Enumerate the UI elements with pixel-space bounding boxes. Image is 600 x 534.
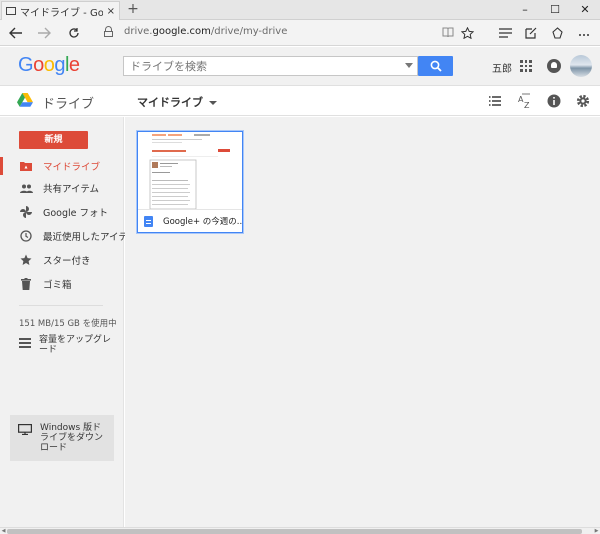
sidebar-divider	[19, 305, 103, 306]
user-name[interactable]: 五郎	[492, 60, 512, 75]
sidebar: 新規 マイドライブ 共有アイテム Google フォト 最近使用したアイテム ス…	[0, 117, 137, 527]
info-icon[interactable]	[546, 93, 562, 109]
horizontal-scrollbar[interactable]: ◀ ▶	[0, 527, 600, 534]
logo-letter: o	[33, 54, 44, 76]
file-card[interactable]: Google+ の今週の...	[137, 131, 243, 233]
search-input[interactable]	[124, 57, 394, 75]
file-thumbnail	[138, 132, 242, 209]
book-icon	[442, 27, 454, 38]
storage-usage: 151 MB/15 GB を使用中	[19, 319, 117, 329]
storage-list-icon	[19, 338, 31, 348]
browser-tab-bar: マイドライブ - Google ドラ × + – ☐ ✕	[0, 0, 600, 20]
new-button[interactable]: 新規	[19, 131, 88, 149]
google-docs-icon	[144, 215, 153, 227]
search-icon	[430, 60, 442, 72]
search-box	[123, 56, 418, 76]
file-name: Google+ の今週の...	[163, 217, 242, 227]
upgrade-label: 容量をアップグレード	[39, 335, 112, 355]
url-field[interactable]: drive.google.com/drive/my-drive	[124, 26, 287, 37]
refresh-button[interactable]	[64, 23, 84, 43]
url-path: /drive/my-drive	[210, 26, 288, 37]
file-footer: Google+ の今週の...	[138, 209, 242, 232]
lock-icon	[104, 26, 113, 37]
forward-arrow-icon	[38, 27, 51, 39]
web-note-button[interactable]	[521, 23, 541, 43]
caret-down-icon	[209, 101, 217, 105]
share-icon	[551, 27, 563, 39]
sidebar-item-photos[interactable]: Google フォト	[0, 201, 124, 223]
logo-letter: e	[68, 54, 80, 76]
tab-title: マイドライブ - Google ドラ	[20, 7, 103, 19]
more-button[interactable]	[574, 23, 594, 43]
sidebar-item-label: 共有アイテム	[43, 184, 100, 195]
download-drive-panel[interactable]: Windows 版ドライブをダウンロード	[10, 415, 114, 461]
trash-icon	[19, 277, 33, 291]
pen-note-icon	[525, 27, 537, 39]
back-button[interactable]	[6, 23, 26, 43]
forward-button[interactable]	[34, 23, 54, 43]
sidebar-item-label: Google フォト	[43, 208, 109, 219]
settings-gear-icon[interactable]	[575, 93, 591, 109]
tab-close-icon[interactable]: ×	[107, 6, 115, 17]
upgrade-storage-link[interactable]: 容量をアップグレード	[19, 335, 119, 355]
more-dots-icon	[579, 34, 589, 36]
scroll-left-icon[interactable]: ◀	[0, 528, 7, 534]
maximize-button[interactable]: ☐	[540, 0, 570, 20]
sidebar-item-label: スター付き	[43, 256, 91, 267]
url-domain: google.com	[152, 26, 211, 37]
clock-icon	[19, 229, 33, 243]
list-view-icon[interactable]	[487, 93, 503, 109]
pinwheel-icon	[19, 205, 33, 219]
notifications-bell-icon[interactable]	[547, 59, 561, 73]
reading-view-button[interactable]	[438, 23, 458, 43]
logo-letter: G	[18, 54, 34, 76]
avatar[interactable]	[570, 55, 592, 77]
tab-page-icon	[6, 7, 16, 15]
download-label: Windows 版ドライブをダウンロード	[40, 423, 104, 453]
new-tab-button[interactable]: +	[126, 1, 140, 17]
search-options-dropdown-icon[interactable]	[405, 63, 413, 68]
monitor-icon	[18, 424, 32, 435]
sidebar-item-label: マイドライブ	[43, 162, 101, 173]
address-bar: drive.google.com/drive/my-drive	[0, 20, 600, 46]
sidebar-item-label: 最近使用したアイテム	[43, 232, 138, 243]
sidebar-item-recent[interactable]: 最近使用したアイテム	[0, 225, 137, 247]
sort-az-icon[interactable]: AZ	[517, 93, 533, 109]
scroll-right-icon[interactable]: ▶	[593, 528, 600, 534]
document-preview-image	[149, 134, 230, 209]
sidebar-item-trash[interactable]: ゴミ箱	[0, 273, 124, 295]
refresh-icon	[69, 28, 79, 38]
svg-text:Z: Z	[524, 101, 530, 109]
location-label: マイドライブ	[137, 96, 203, 109]
url-prefix: drive.	[124, 26, 153, 37]
drive-logo-icon[interactable]	[17, 93, 33, 107]
share-button[interactable]	[547, 23, 567, 43]
back-arrow-icon	[9, 27, 22, 39]
google-header: Google 五郎	[0, 47, 600, 86]
sidebar-item-my-drive[interactable]: マイドライブ	[0, 155, 124, 177]
location-dropdown[interactable]: マイドライブ	[137, 94, 217, 110]
drive-header: ドライブ マイドライブ AZ	[0, 86, 600, 116]
close-window-button[interactable]: ✕	[570, 0, 600, 20]
people-icon	[19, 181, 33, 195]
google-logo[interactable]: Google	[18, 54, 80, 77]
search-button[interactable]	[418, 56, 453, 76]
main-file-area: Google+ の今週の...	[125, 117, 600, 527]
sidebar-item-shared[interactable]: 共有アイテム	[0, 177, 124, 199]
drive-app-name[interactable]: ドライブ	[42, 93, 94, 112]
sidebar-item-starred[interactable]: スター付き	[0, 249, 124, 271]
apps-grid-icon[interactable]	[520, 60, 532, 72]
logo-letter: o	[43, 54, 55, 76]
logo-letter: g	[54, 54, 65, 76]
scrollbar-thumb[interactable]	[7, 529, 582, 534]
folder-drive-icon	[19, 159, 33, 173]
sidebar-item-label: ゴミ箱	[43, 280, 72, 291]
star-outline-icon	[460, 26, 474, 40]
hub-lines-icon	[498, 28, 512, 38]
browser-tab[interactable]: マイドライブ - Google ドラ ×	[1, 1, 120, 20]
favorite-button[interactable]	[457, 23, 477, 43]
star-icon	[19, 253, 33, 267]
minimize-button[interactable]: –	[510, 0, 540, 20]
hub-button[interactable]	[495, 23, 515, 43]
